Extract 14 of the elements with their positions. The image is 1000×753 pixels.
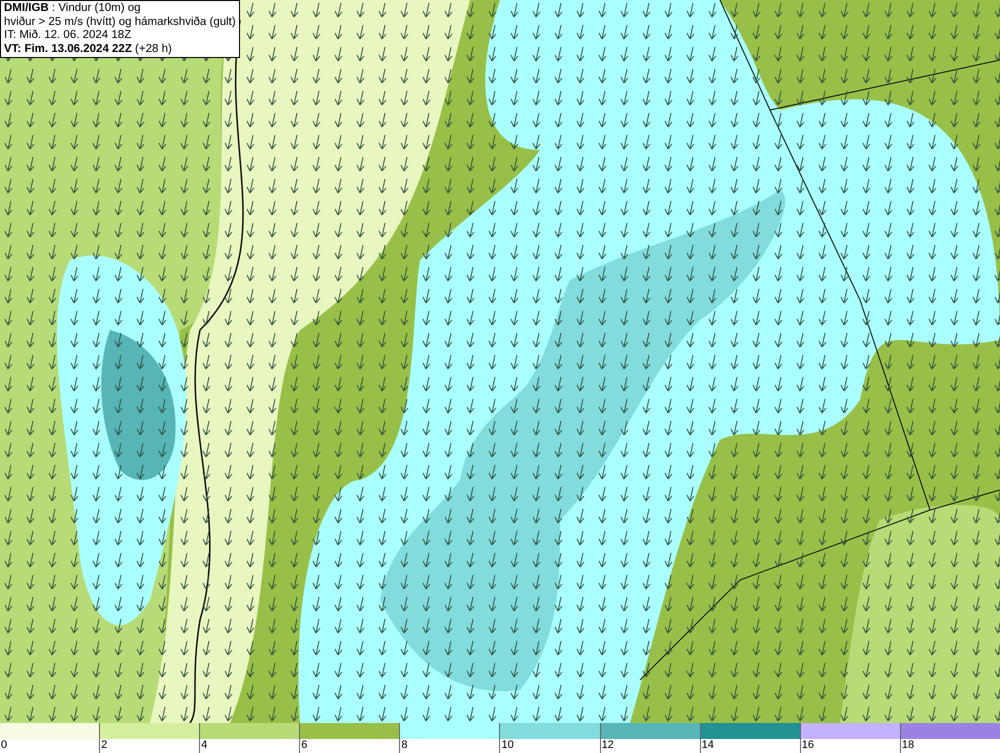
legend-label: 2 [100,739,108,752]
legend-label: 18 [900,739,914,752]
legend-label: 8 [400,739,408,752]
legend-label: 6 [300,739,308,752]
caption-line: hviður > 25 m/s (hvítt) og hámarkshviða (gult) [4,16,236,29]
legend-label: 14 [700,739,714,752]
legend-label: 10 [500,739,514,752]
caption-line: VT: Fim. 13.06.2024 22Z (+28 h) [4,42,173,56]
caption-line: DMI/IGB : Vindur (10m) og [4,2,142,16]
legend-label: 12 [600,739,614,752]
legend-label: 16 [800,739,814,752]
legend-label: 0 [0,739,8,752]
legend-label: 4 [200,739,208,752]
caption-line: IT: Mið. 12. 06. 2024 18Z [4,29,132,42]
